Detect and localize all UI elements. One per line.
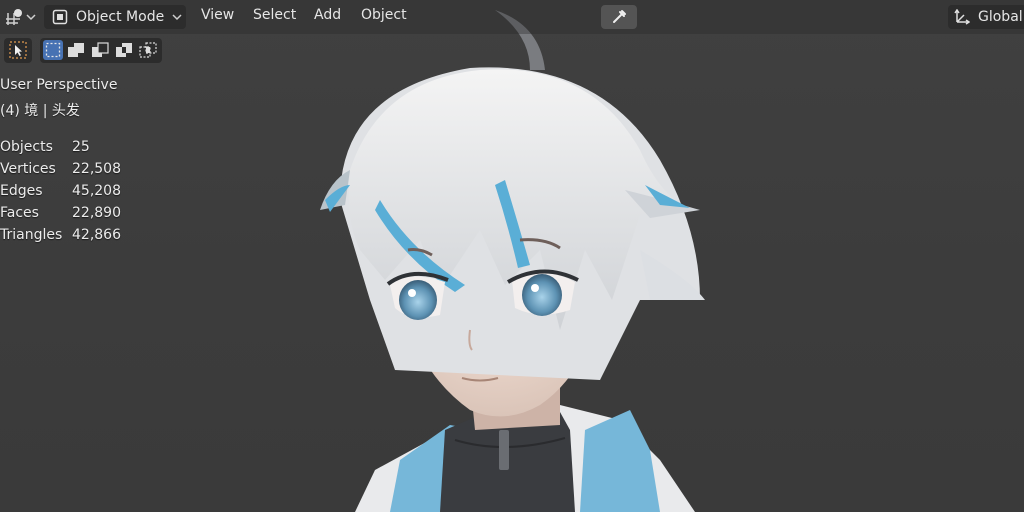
select-subtract-icon xyxy=(91,41,109,59)
select-intersect-icon xyxy=(139,41,157,59)
menu-select[interactable]: Select xyxy=(253,7,296,23)
stat-value: 45,208 xyxy=(72,183,121,199)
menu-add[interactable]: Add xyxy=(314,7,341,23)
transform-orientation-selector[interactable]: Global xyxy=(948,5,1024,29)
stat-row-triangles: Triangles 42,866 xyxy=(0,224,140,246)
stat-label: Objects xyxy=(0,139,53,155)
viewport-header: Object Mode View Select Add Object Globa… xyxy=(0,0,1024,34)
select-cursor-icon xyxy=(9,41,27,59)
select-mode-extend[interactable] xyxy=(66,40,86,60)
stat-value: 25 xyxy=(72,139,90,155)
menu-view[interactable]: View xyxy=(201,7,234,23)
stat-label: Triangles xyxy=(0,227,63,243)
stat-row-faces: Faces 22,890 xyxy=(0,202,140,224)
select-mode-intersect[interactable] xyxy=(138,40,158,60)
mode-selector[interactable]: Object Mode xyxy=(44,5,186,29)
eyedropper-icon xyxy=(611,9,627,25)
stat-row-edges: Edges 45,208 xyxy=(0,180,140,202)
stat-row-vertices: Vertices 22,508 xyxy=(0,158,140,180)
object-gizmo-icon xyxy=(4,7,26,27)
active-object-label: (4) 境 | 头发 xyxy=(0,103,80,119)
3d-viewport[interactable]: Object Mode View Select Add Object Globa… xyxy=(0,0,1024,512)
select-tool-button[interactable] xyxy=(8,40,28,60)
stat-label: Vertices xyxy=(0,161,56,177)
chevron-down-icon xyxy=(26,13,36,21)
editor-type-button[interactable] xyxy=(0,5,38,29)
select-new-icon xyxy=(45,42,61,58)
menu-object[interactable]: Object xyxy=(361,7,407,23)
select-mode-subtract[interactable] xyxy=(90,40,110,60)
stat-label: Edges xyxy=(0,183,43,199)
eyedropper-button[interactable] xyxy=(601,5,637,29)
transform-orientation-icon xyxy=(954,9,970,25)
stat-value: 42,866 xyxy=(72,227,121,243)
stat-value: 22,508 xyxy=(72,161,121,177)
character-render xyxy=(320,10,705,512)
select-mode-new[interactable] xyxy=(43,40,63,60)
select-extend-icon xyxy=(67,41,85,59)
scene-statistics: Objects 25 Vertices 22,508 Edges 45,208 … xyxy=(0,136,140,246)
stat-label: Faces xyxy=(0,205,39,221)
transform-orientation-label: Global xyxy=(978,9,1023,25)
perspective-label: User Perspective xyxy=(0,77,118,93)
select-difference-icon xyxy=(115,41,133,59)
select-mode-difference[interactable] xyxy=(114,40,134,60)
chevron-down-icon xyxy=(172,13,182,21)
mode-selector-label: Object Mode xyxy=(76,9,165,25)
stat-row-objects: Objects 25 xyxy=(0,136,140,158)
stat-value: 22,890 xyxy=(72,205,121,221)
object-mode-icon xyxy=(52,9,68,25)
